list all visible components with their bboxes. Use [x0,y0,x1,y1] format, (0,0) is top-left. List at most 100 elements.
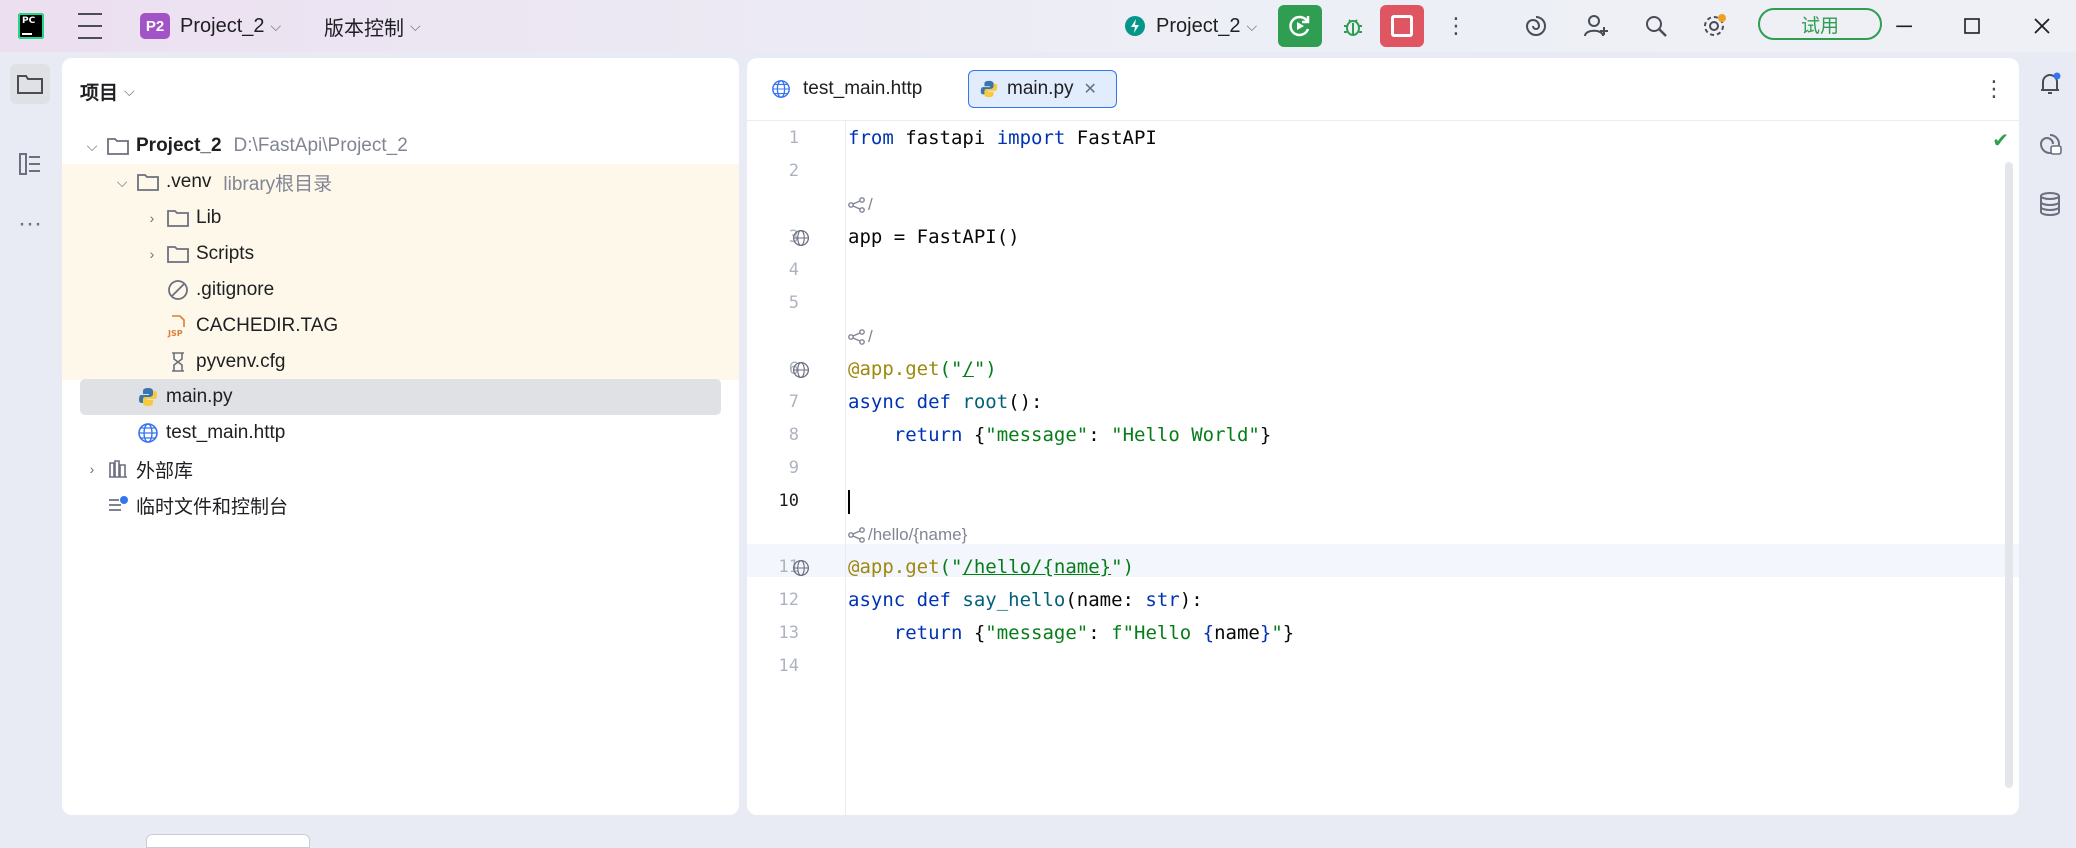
tree-item-hint: library根目录 [223,173,333,195]
chevron-down-icon[interactable]: ⌵ [112,174,132,191]
tree-item-scratches[interactable]: 临时文件和控制台 [102,487,288,523]
tree-item-venv[interactable]: ⌵ .venv library根目录 [112,164,332,200]
chevron-right-icon[interactable]: › [142,210,162,226]
stop-icon [1391,15,1413,37]
ai-assistant-button[interactable] [1520,0,1552,52]
close-tab-icon[interactable]: ✕ [1084,79,1097,99]
code-token: (): [1008,391,1043,413]
structure-tool-button[interactable] [10,144,50,184]
line-number: 5 [788,293,799,313]
bottom-tool-tab[interactable] [146,834,310,848]
chevron-down-icon[interactable]: ⌵ [82,138,102,155]
endpoint-globe-icon[interactable] [791,221,811,254]
chevron-right-icon[interactable]: › [82,461,102,477]
editor-scrollbar[interactable] [2005,162,2013,788]
tree-item-label: Lib [196,207,222,228]
maximize-button[interactable] [1952,0,1992,52]
minimize-button[interactable]: ─ [1884,0,1924,52]
title-bar: PC P2 Project_2 ⌵ 版本控制 ⌵ Project_2 ⌵ ⋮ 试… [0,0,2076,52]
chevron-down-icon: ⌵ [270,17,282,34]
bug-icon [1344,19,1362,36]
code-with-me-button[interactable] [1580,0,1612,52]
endpoint-hint[interactable]: /hello/{name} [848,518,967,551]
svg-text:JSP: JSP [167,329,183,338]
vcs-menu[interactable]: 版本控制 ⌵ [324,0,421,52]
more-tools-icon[interactable]: ··· [10,204,50,244]
code-line-12[interactable]: async def say_hello(name: str): [848,584,1203,617]
code-token: / [962,358,974,380]
code-token: return [893,424,963,446]
endpoint-path: /hello/{name} [868,525,968,544]
database-button[interactable] [2030,184,2070,224]
tree-item-main-py[interactable]: main.py [132,379,233,415]
code-token: import [996,127,1066,149]
project-badge[interactable]: P2 [140,13,170,39]
project-tool-button[interactable] [10,64,50,104]
add-user-icon [1584,15,1608,37]
endpoint-hint[interactable]: / [848,188,873,221]
line-number: 13 [778,623,799,643]
database-icon [2040,192,2060,216]
code-line-8[interactable]: return {"message": "Hello World"} [848,419,1272,452]
trial-button[interactable]: 试用 [1758,8,1882,40]
code-line-10[interactable] [848,485,850,518]
project-selector[interactable]: Project_2 ⌵ [180,0,281,52]
code-token: @app.get [848,556,940,578]
bottom-bar [0,822,2076,843]
ai-chat-button[interactable] [2030,124,2070,164]
bell-icon [2041,72,2061,94]
no-problems-check-icon[interactable]: ✔ [1992,128,2009,153]
code-token: str [1145,589,1180,611]
code-line-1[interactable]: from fastapi import FastAPI [848,122,1157,155]
endpoint-hint[interactable]: / [848,320,873,353]
chevron-down-icon: ⌵ [410,17,421,34]
debug-button[interactable] [1338,0,1368,52]
tab-label: test_main.http [803,78,923,99]
code-line-13[interactable]: return {"message": f"Hello {name}"} [848,617,1294,650]
tab-main-py[interactable]: main.py ✕ [968,70,1117,108]
tree-item-external-libraries[interactable]: › 外部库 [82,451,193,487]
code-token: } [1259,622,1272,644]
gear-icon [1704,14,1726,36]
tab-test-main-http[interactable]: test_main.http [761,70,932,108]
code-token: root [950,391,1009,413]
tab-options-icon[interactable]: ⋮ [1983,76,2005,102]
tree-item-project-root[interactable]: ⌵ Project_2 D:\FastApi\Project_2 [82,128,408,164]
endpoint-globe-icon[interactable] [791,353,811,386]
settings-button[interactable] [1698,0,1730,52]
tree-item-label: CACHEDIR.TAG [196,315,339,336]
code-token: from [848,127,894,149]
code-token: app = FastAPI() [848,226,1020,248]
run-config-selector[interactable]: Project_2 ⌵ [1124,0,1257,52]
main-menu-icon[interactable] [76,0,104,52]
project-panel-header[interactable]: 项目 ⌵ [80,78,135,105]
chevron-right-icon[interactable]: › [142,246,162,262]
code-token: { [1202,622,1215,644]
endpoint-globe-icon[interactable] [791,551,811,584]
python-file-icon [979,79,999,99]
tree-item-pyvenv-cfg[interactable]: pyvenv.cfg [162,344,285,380]
tree-item-scripts[interactable]: › Scripts [142,236,254,272]
stop-button[interactable] [1380,5,1424,47]
code-line-11[interactable]: @app.get("/hello/{name}") [848,551,1134,584]
ignored-file-icon [166,278,190,302]
code-token: } [1259,424,1272,446]
config-file-icon [166,350,190,374]
tree-item-lib[interactable]: › Lib [142,200,222,236]
tree-item-gitignore[interactable]: .gitignore [162,272,274,308]
tree-item-test-main-http[interactable]: test_main.http [132,415,285,451]
structure-icon [19,153,40,175]
project-panel: 项目 ⌵ ⌵ Project_2 D:\FastApi\Project_2 ⌵ … [62,58,739,815]
search-button[interactable] [1640,0,1672,52]
code-token: ") [1111,556,1135,578]
line-number: 1 [788,128,799,148]
notifications-button[interactable] [2030,64,2070,104]
ai-spiral-icon [1525,16,1546,36]
close-window-button[interactable] [2022,0,2062,52]
code-line-7[interactable]: async def root(): [848,386,1042,419]
code-line-6[interactable]: @app.get("/") [848,353,997,386]
tree-item-cachedir[interactable]: JSP CACHEDIR.TAG [162,308,338,344]
more-actions-icon[interactable]: ⋮ [1445,0,1467,52]
code-line-3[interactable]: app = FastAPI() [848,221,1020,254]
rerun-button[interactable] [1278,5,1322,47]
